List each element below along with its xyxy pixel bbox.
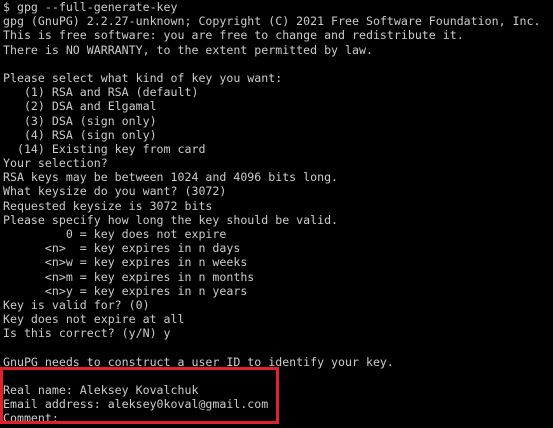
validity-option-weeks: <n>w = key expires in n weeks: [3, 255, 248, 270]
validity-prompt: Please specify how long the key should b…: [3, 212, 339, 227]
real-name-line: Real name: Aleksey Kovalchuk: [3, 383, 199, 398]
validity-option-days: <n> = key expires in n days: [3, 241, 241, 256]
license-line: This is free software: you are free to c…: [3, 28, 464, 43]
key-kind-prompt: Please select what kind of key you want:: [3, 70, 283, 85]
validity-option-0: 0 = key does not expire: [3, 227, 227, 241]
validity-option-months: <n>m = key expires in n months: [3, 269, 255, 284]
key-option-4: (4) RSA (sign only): [3, 127, 157, 142]
selection-prompt: Your selection?: [3, 156, 108, 171]
keysize-confirm: Requested keysize is 3072 bits: [3, 198, 213, 213]
key-option-2: (2) DSA and Elgamal: [3, 99, 157, 114]
user-id-info: GnuPG needs to construct a user ID to id…: [3, 354, 394, 369]
confirm-prompt: Is this correct? (y/N) y: [3, 326, 171, 341]
email-line: Email address: aleksey0koval@gmail.com: [3, 397, 269, 412]
warranty-line: There is NO WARRANTY, to the extent perm…: [3, 42, 373, 57]
rsa-bits-info: RSA keys may be between 1024 and 4096 bi…: [3, 170, 339, 185]
keysize-prompt: What keysize do you want? (3072): [3, 184, 227, 199]
command-line: $ gpg --full-generate-key: [3, 0, 178, 14]
key-option-1: (1) RSA and RSA (default): [3, 85, 199, 100]
comment-input-line[interactable]: Comment:: [3, 411, 553, 425]
validity-option-years: <n>y = key expires in n years: [3, 283, 248, 298]
key-option-3: (3) DSA (sign only): [3, 113, 157, 128]
no-expire-info: Key does not expire at all: [3, 312, 185, 327]
validity-answer: Key is valid for? (0): [3, 297, 150, 312]
terminal-window[interactable]: $ gpg --full-generate-key gpg (GnuPG) 2.…: [0, 0, 553, 428]
key-option-14: (14) Existing key from card: [3, 141, 206, 156]
gpg-version-line: gpg (GnuPG) 2.2.27-unknown; Copyright (C…: [3, 14, 541, 29]
